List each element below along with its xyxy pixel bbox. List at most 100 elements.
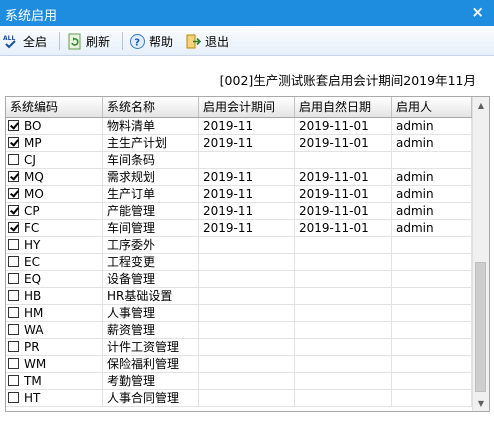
date-cell bbox=[295, 390, 392, 407]
code-cell: MP bbox=[6, 135, 103, 152]
system-code: HY bbox=[24, 238, 41, 252]
scroll-up-button[interactable]: ▲ bbox=[473, 97, 489, 113]
date-cell: 2019-11-01 bbox=[295, 220, 392, 237]
period-cell bbox=[199, 305, 295, 322]
date-cell bbox=[295, 322, 392, 339]
system-code: WA bbox=[24, 323, 44, 337]
enable-checkbox[interactable] bbox=[8, 273, 19, 284]
help-button[interactable]: ? 帮助 bbox=[129, 31, 173, 51]
system-code: MP bbox=[24, 136, 42, 150]
system-name-cell: 主生产计划 bbox=[103, 135, 199, 152]
exit-button[interactable]: 退出 bbox=[185, 31, 229, 51]
table-row[interactable]: MP 主生产计划 2019-11 2019-11-01 admin bbox=[6, 135, 472, 152]
system-code: HM bbox=[24, 306, 44, 320]
enable-checkbox[interactable] bbox=[8, 120, 19, 131]
code-cell: EC bbox=[6, 254, 103, 271]
user-cell bbox=[392, 339, 472, 356]
svg-text:ALL: ALL bbox=[3, 35, 15, 42]
enable-checkbox[interactable] bbox=[8, 358, 19, 369]
system-name-cell: 车间条码 bbox=[103, 152, 199, 169]
table-row[interactable]: HY 工序委外 bbox=[6, 237, 472, 254]
enable-checkbox[interactable] bbox=[8, 154, 19, 165]
table-row[interactable]: FC 车间管理 2019-11 2019-11-01 admin bbox=[6, 220, 472, 237]
user-cell bbox=[392, 254, 472, 271]
table-row[interactable]: MO 生产订单 2019-11 2019-11-01 admin bbox=[6, 186, 472, 203]
system-code: WM bbox=[24, 357, 47, 371]
enable-checkbox[interactable] bbox=[8, 239, 19, 250]
enable-all-label: 全启 bbox=[23, 34, 48, 49]
period-cell: 2019-11 bbox=[199, 203, 295, 220]
table-row[interactable]: HB HR基础设置 bbox=[6, 288, 472, 305]
period-cell: 2019-11 bbox=[199, 169, 295, 186]
refresh-button[interactable]: 刷新 bbox=[66, 31, 110, 51]
system-code: BO bbox=[24, 119, 42, 133]
user-cell: admin bbox=[392, 220, 472, 237]
user-cell bbox=[392, 237, 472, 254]
period-cell bbox=[199, 322, 295, 339]
date-cell bbox=[295, 356, 392, 373]
code-cell: BO bbox=[6, 118, 103, 135]
table-row[interactable]: WA 薪资管理 bbox=[6, 322, 472, 339]
column-header[interactable]: 启用人 bbox=[392, 97, 472, 117]
table-row[interactable]: BO 物料清单 2019-11 2019-11-01 admin bbox=[6, 118, 472, 135]
user-cell bbox=[392, 322, 472, 339]
enable-checkbox[interactable] bbox=[8, 341, 19, 352]
period-cell bbox=[199, 288, 295, 305]
scroll-down-button[interactable]: ▼ bbox=[473, 395, 489, 411]
user-cell: admin bbox=[392, 203, 472, 220]
date-cell bbox=[295, 288, 392, 305]
table-row[interactable]: PR 计件工资管理 bbox=[6, 339, 472, 356]
enable-checkbox[interactable] bbox=[8, 392, 19, 403]
user-cell: admin bbox=[392, 169, 472, 186]
date-cell bbox=[295, 373, 392, 390]
table-row[interactable]: WM 保险福利管理 bbox=[6, 356, 472, 373]
table-row[interactable]: HT 人事合同管理 bbox=[6, 390, 472, 407]
enable-checkbox[interactable] bbox=[8, 222, 19, 233]
user-cell bbox=[392, 356, 472, 373]
column-header[interactable]: 启用会计期间 bbox=[199, 97, 295, 117]
system-name-cell: HR基础设置 bbox=[103, 288, 199, 305]
enable-checkbox[interactable] bbox=[8, 307, 19, 318]
enable-checkbox[interactable] bbox=[8, 256, 19, 267]
date-cell bbox=[295, 152, 392, 169]
system-name-cell: 生产订单 bbox=[103, 186, 199, 203]
table-row[interactable]: CP 产能管理 2019-11 2019-11-01 admin bbox=[6, 203, 472, 220]
period-cell bbox=[199, 373, 295, 390]
scroll-thumb[interactable] bbox=[475, 262, 486, 392]
table-row[interactable]: TM 考勤管理 bbox=[6, 373, 472, 390]
user-cell bbox=[392, 288, 472, 305]
table-row[interactable]: EQ 设备管理 bbox=[6, 271, 472, 288]
enable-all-button[interactable]: ALL 全启 bbox=[3, 31, 47, 51]
table-row[interactable]: EC 工程变更 bbox=[6, 254, 472, 271]
system-code: PR bbox=[24, 340, 40, 354]
date-cell bbox=[295, 271, 392, 288]
code-cell: MQ bbox=[6, 169, 103, 186]
enable-checkbox[interactable] bbox=[8, 137, 19, 148]
enable-checkbox[interactable] bbox=[8, 171, 19, 182]
code-cell: WM bbox=[6, 356, 103, 373]
table-row[interactable]: HM 人事管理 bbox=[6, 305, 472, 322]
system-name-cell: 车间管理 bbox=[103, 220, 199, 237]
code-cell: PR bbox=[6, 339, 103, 356]
system-name-cell: 计件工资管理 bbox=[103, 339, 199, 356]
vertical-scrollbar[interactable]: ▲ ▼ bbox=[472, 97, 489, 411]
system-code: EC bbox=[24, 255, 40, 269]
enable-checkbox[interactable] bbox=[8, 188, 19, 199]
date-cell bbox=[295, 237, 392, 254]
enable-checkbox[interactable] bbox=[8, 375, 19, 386]
column-header[interactable]: 系统编码 bbox=[6, 97, 103, 117]
system-code: FC bbox=[24, 221, 40, 235]
code-cell: HM bbox=[6, 305, 103, 322]
column-header[interactable]: 系统名称 bbox=[103, 97, 199, 117]
user-cell: admin bbox=[392, 135, 472, 152]
period-cell bbox=[199, 356, 295, 373]
column-header[interactable]: 启用自然日期 bbox=[295, 97, 392, 117]
close-button[interactable]: × bbox=[471, 3, 484, 21]
enable-checkbox[interactable] bbox=[8, 324, 19, 335]
period-cell: 2019-11 bbox=[199, 118, 295, 135]
table-row[interactable]: CJ 车间条码 bbox=[6, 152, 472, 169]
enable-checkbox[interactable] bbox=[8, 290, 19, 301]
user-cell bbox=[392, 305, 472, 322]
enable-checkbox[interactable] bbox=[8, 205, 19, 216]
table-row[interactable]: MQ 需求规划 2019-11 2019-11-01 admin bbox=[6, 169, 472, 186]
